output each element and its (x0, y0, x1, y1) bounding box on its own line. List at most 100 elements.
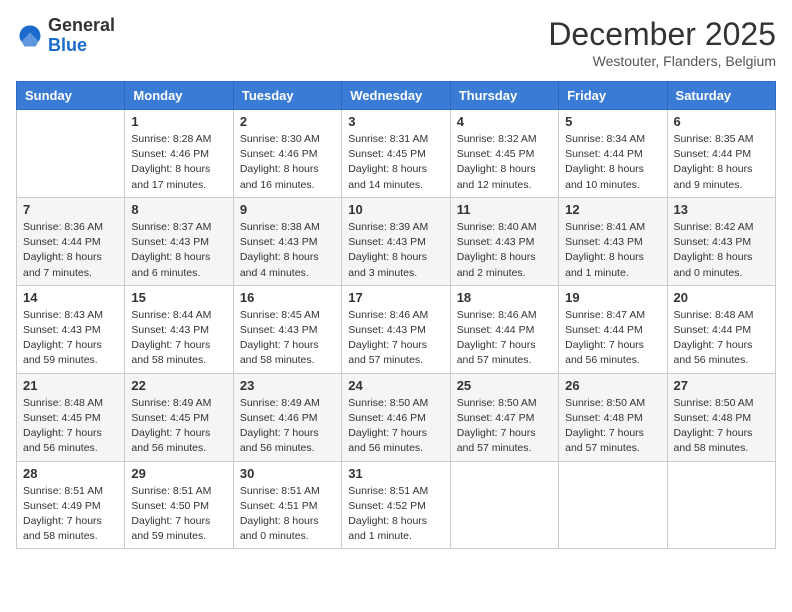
cell-line: and 4 minutes. (240, 266, 335, 281)
calendar-cell (667, 461, 775, 549)
cell-content: Sunrise: 8:50 AMSunset: 4:47 PMDaylight:… (457, 396, 552, 457)
day-number: 28 (23, 466, 118, 481)
day-number: 27 (674, 378, 769, 393)
cell-line: and 1 minute. (565, 266, 660, 281)
cell-line: Daylight: 8 hours (674, 162, 769, 177)
cell-line: Sunset: 4:43 PM (131, 235, 226, 250)
calendar-cell: 26Sunrise: 8:50 AMSunset: 4:48 PMDayligh… (559, 373, 667, 461)
day-number: 16 (240, 290, 335, 305)
cell-content: Sunrise: 8:35 AMSunset: 4:44 PMDaylight:… (674, 132, 769, 193)
day-number: 15 (131, 290, 226, 305)
cell-line: Daylight: 8 hours (348, 250, 443, 265)
day-number: 14 (23, 290, 118, 305)
day-number: 13 (674, 202, 769, 217)
cell-line: Sunset: 4:44 PM (674, 323, 769, 338)
calendar-cell: 14 Sunrise: 8:43 AMSunset: 4:43 PMDayligh… (17, 285, 125, 373)
day-number: 10 (348, 202, 443, 217)
cell-line: and 12 minutes. (457, 178, 552, 193)
day-number: 1 (131, 114, 226, 129)
cell-content: Sunrise: 8:41 AMSunset: 4:43 PMDaylight:… (565, 220, 660, 281)
day-number: 20 (674, 290, 769, 305)
cell-content: Sunrise: 8:30 AMSunset: 4:46 PMDaylight:… (240, 132, 335, 193)
cell-content: Sunrise: 8:50 AMSunset: 4:48 PMDaylight:… (674, 396, 769, 457)
cell-line: Daylight: 7 hours (23, 514, 118, 529)
cell-line: Sunset: 4:48 PM (674, 411, 769, 426)
cell-line: Daylight: 7 hours (674, 426, 769, 441)
cell-line: Daylight: 7 hours (23, 426, 118, 441)
calendar-cell: 11Sunrise: 8:40 AMSunset: 4:43 PMDayligh… (450, 197, 558, 285)
cell-content: Sunrise: 8:49 AMSunset: 4:45 PMDaylight:… (131, 396, 226, 457)
calendar-cell: 31Sunrise: 8:51 AMSunset: 4:52 PMDayligh… (342, 461, 450, 549)
cell-line: Daylight: 7 hours (674, 338, 769, 353)
week-row-4: 21Sunrise: 8:48 AMSunset: 4:45 PMDayligh… (17, 373, 776, 461)
calendar-cell: 9Sunrise: 8:38 AMSunset: 4:43 PMDaylight… (233, 197, 341, 285)
cell-line: Daylight: 8 hours (457, 250, 552, 265)
cell-line: and 59 minutes. (23, 353, 118, 368)
logo-icon (16, 22, 44, 50)
cell-line: and 0 minutes. (674, 266, 769, 281)
cell-line: Daylight: 8 hours (565, 162, 660, 177)
calendar-cell: 25Sunrise: 8:50 AMSunset: 4:47 PMDayligh… (450, 373, 558, 461)
cell-line: and 3 minutes. (348, 266, 443, 281)
calendar-cell: 24Sunrise: 8:50 AMSunset: 4:46 PMDayligh… (342, 373, 450, 461)
day-number: 6 (674, 114, 769, 129)
cell-line: Daylight: 8 hours (457, 162, 552, 177)
cell-content: Sunrise: 8:47 AMSunset: 4:44 PMDaylight:… (565, 308, 660, 369)
day-number: 23 (240, 378, 335, 393)
weekday-header-friday: Friday (559, 82, 667, 110)
cell-line: Sunrise: 8:34 AM (565, 132, 660, 147)
calendar-cell: 4Sunrise: 8:32 AMSunset: 4:45 PMDaylight… (450, 110, 558, 198)
cell-line: and 58 minutes. (674, 441, 769, 456)
cell-line: Sunset: 4:43 PM (23, 323, 118, 338)
weekday-header-wednesday: Wednesday (342, 82, 450, 110)
cell-line: Sunset: 4:43 PM (457, 235, 552, 250)
calendar-cell: 28 Sunrise: 8:51 AMSunset: 4:49 PMDayligh… (17, 461, 125, 549)
cell-line: and 56 minutes. (348, 441, 443, 456)
cell-line: Sunset: 4:44 PM (23, 235, 118, 250)
calendar-cell: 21Sunrise: 8:48 AMSunset: 4:45 PMDayligh… (17, 373, 125, 461)
cell-line: and 57 minutes. (565, 441, 660, 456)
cell-line: Daylight: 8 hours (348, 162, 443, 177)
day-number: 7 (23, 202, 118, 217)
cell-content: Sunrise: 8:28 AMSunset: 4:46 PMDaylight:… (131, 132, 226, 193)
cell-line: and 9 minutes. (674, 178, 769, 193)
calendar-cell: 12 Sunrise: 8:41 AMSunset: 4:43 PMDayligh… (559, 197, 667, 285)
day-number: 9 (240, 202, 335, 217)
day-number: 30 (240, 466, 335, 481)
calendar-cell: 8 Sunrise: 8:37 AMSunset: 4:43 PMDaylight… (125, 197, 233, 285)
day-number: 12 (565, 202, 660, 217)
calendar-cell: 22Sunrise: 8:49 AMSunset: 4:45 PMDayligh… (125, 373, 233, 461)
cell-line: Sunset: 4:43 PM (240, 235, 335, 250)
day-number: 26 (565, 378, 660, 393)
cell-line: Sunset: 4:46 PM (240, 411, 335, 426)
day-number: 24 (348, 378, 443, 393)
cell-line: Sunset: 4:44 PM (565, 323, 660, 338)
cell-line: Daylight: 8 hours (23, 250, 118, 265)
cell-line: Sunrise: 8:51 AM (23, 484, 118, 499)
cell-line: Sunset: 4:46 PM (131, 147, 226, 162)
cell-line: Daylight: 8 hours (348, 514, 443, 529)
cell-line: Sunrise: 8:51 AM (240, 484, 335, 499)
day-number: 2 (240, 114, 335, 129)
calendar-cell: 5Sunrise: 8:34 AMSunset: 4:44 PMDaylight… (559, 110, 667, 198)
cell-content: Sunrise: 8:37 AMSunset: 4:43 PMDaylight:… (131, 220, 226, 281)
calendar-cell: 23Sunrise: 8:49 AMSunset: 4:46 PMDayligh… (233, 373, 341, 461)
day-number: 8 (131, 202, 226, 217)
cell-line: Sunset: 4:44 PM (674, 147, 769, 162)
cell-line: Sunrise: 8:38 AM (240, 220, 335, 235)
cell-line: and 10 minutes. (565, 178, 660, 193)
cell-content: Sunrise: 8:51 AMSunset: 4:51 PMDaylight:… (240, 484, 335, 545)
cell-line: and 6 minutes. (131, 266, 226, 281)
calendar-cell: 15Sunrise: 8:44 AMSunset: 4:43 PMDayligh… (125, 285, 233, 373)
cell-line: Daylight: 8 hours (131, 250, 226, 265)
cell-line: Sunrise: 8:28 AM (131, 132, 226, 147)
cell-content: Sunrise: 8:45 AMSunset: 4:43 PMDaylight:… (240, 308, 335, 369)
cell-content: Sunrise: 8:51 AMSunset: 4:49 PMDaylight:… (23, 484, 118, 545)
calendar-cell: 10Sunrise: 8:39 AMSunset: 4:43 PMDayligh… (342, 197, 450, 285)
cell-line: and 16 minutes. (240, 178, 335, 193)
cell-content: Sunrise: 8:43 AMSunset: 4:43 PMDaylight:… (23, 308, 118, 369)
cell-line: Daylight: 7 hours (457, 338, 552, 353)
cell-line: Sunset: 4:50 PM (131, 499, 226, 514)
cell-line: Sunset: 4:43 PM (348, 323, 443, 338)
calendar-cell: 3Sunrise: 8:31 AMSunset: 4:45 PMDaylight… (342, 110, 450, 198)
